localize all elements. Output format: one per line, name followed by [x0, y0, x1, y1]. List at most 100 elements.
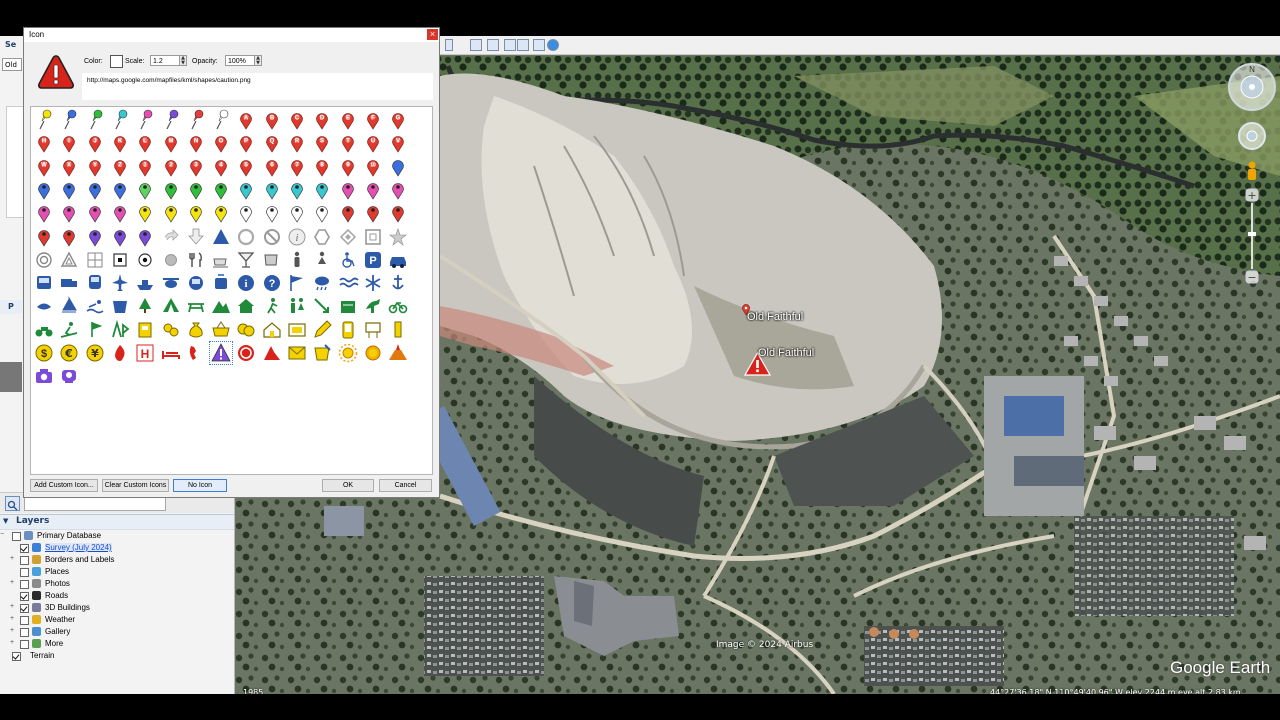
paddle-S-icon[interactable]: S [311, 132, 333, 154]
overlay-button[interactable] [517, 39, 529, 51]
square-dot-icon[interactable] [109, 249, 131, 271]
layer-row[interactable]: Places [0, 566, 234, 578]
euro-icon[interactable]: € [58, 342, 80, 364]
expand-toggle-icon[interactable]: + [10, 627, 14, 634]
grocery-icon[interactable] [160, 319, 182, 341]
pushpin-icon[interactable] [58, 109, 80, 131]
restroom-icon[interactable] [286, 295, 308, 317]
paddle-dot-icon[interactable] [134, 202, 156, 224]
layer-checkbox[interactable] [20, 544, 29, 553]
pushpin-icon[interactable] [185, 109, 207, 131]
paddle-dot-icon[interactable] [109, 226, 131, 248]
paddle-R-icon[interactable]: R [286, 132, 308, 154]
paddle-dot-icon[interactable] [235, 202, 257, 224]
paddle-A-icon[interactable]: A [235, 109, 257, 131]
hospital-icon[interactable]: H [134, 342, 156, 364]
paddle-I-icon[interactable]: I [58, 132, 80, 154]
placemark-button[interactable] [470, 39, 482, 51]
triangle-outline-icon[interactable] [58, 249, 80, 271]
polygon-button[interactable] [487, 39, 499, 51]
firedept-icon[interactable] [109, 342, 131, 364]
paddle-8-icon[interactable]: 8 [311, 156, 333, 178]
triangle-icon[interactable] [210, 226, 232, 248]
paddle-dot-icon[interactable] [33, 179, 55, 201]
mountain-icon[interactable] [210, 295, 232, 317]
sign-icon[interactable] [362, 319, 384, 341]
collapse-arrow-icon[interactable]: ▼ [3, 517, 8, 525]
circle-dot-icon[interactable] [134, 249, 156, 271]
paddle-5-icon[interactable]: 5 [235, 156, 257, 178]
paddle-H-icon[interactable]: H [33, 132, 55, 154]
paddle-dot-icon[interactable] [58, 202, 80, 224]
polygon-icon[interactable] [311, 226, 333, 248]
paddle-dot-icon[interactable] [286, 202, 308, 224]
shop-basket-icon[interactable] [210, 319, 232, 341]
paddle-dot-icon[interactable] [210, 179, 232, 201]
paddle-dot-icon[interactable] [261, 179, 283, 201]
paddle-7-icon[interactable]: 7 [286, 156, 308, 178]
down-arrow-icon[interactable] [185, 226, 207, 248]
sailing-icon[interactable] [58, 295, 80, 317]
paddle-1-icon[interactable]: 1 [134, 156, 156, 178]
paddle-dot-icon[interactable] [311, 179, 333, 201]
paddle-dot-icon[interactable] [185, 179, 207, 201]
train-icon[interactable] [84, 272, 106, 294]
paddle-dot-icon[interactable] [311, 202, 333, 224]
theater-icon[interactable] [235, 319, 257, 341]
camera-icon[interactable] [33, 365, 55, 387]
woman-icon[interactable] [311, 249, 333, 271]
webcam-icon[interactable] [58, 365, 80, 387]
paddle-3-icon[interactable]: 3 [185, 156, 207, 178]
paddle-O-icon[interactable]: O [210, 132, 232, 154]
golf-icon[interactable] [84, 319, 106, 341]
home-icon[interactable] [235, 295, 257, 317]
paddle-dot-icon[interactable] [84, 202, 106, 224]
layer-row[interactable]: − Primary Database [0, 530, 234, 542]
fishing-icon[interactable] [33, 295, 55, 317]
layer-row[interactable]: Roads [0, 590, 234, 602]
dollar-bag-icon[interactable] [185, 319, 207, 341]
layer-checkbox[interactable] [20, 556, 29, 565]
paddle-dot-icon[interactable] [185, 202, 207, 224]
paddle-F-icon[interactable]: F [362, 109, 384, 131]
paddle-P-icon[interactable]: P [235, 132, 257, 154]
square-icon[interactable] [362, 226, 384, 248]
car-icon[interactable] [387, 249, 409, 271]
layer-row[interactable]: + More [0, 638, 234, 650]
paddle-Q-icon[interactable]: Q [261, 132, 283, 154]
paddle-dot-icon[interactable] [134, 226, 156, 248]
layer-checkbox[interactable] [20, 604, 29, 613]
phone-icon[interactable] [337, 319, 359, 341]
play-icon[interactable] [109, 319, 131, 341]
ferry-icon[interactable] [134, 272, 156, 294]
paddle-10-icon[interactable]: 10 [362, 156, 384, 178]
tram-icon[interactable] [210, 272, 232, 294]
picnic-icon[interactable] [185, 295, 207, 317]
paddle-T-icon[interactable]: T [337, 132, 359, 154]
paddle-dot-icon[interactable] [33, 226, 55, 248]
emergency-phone-icon[interactable] [185, 342, 207, 364]
scale-input[interactable]: 1.2 [150, 55, 180, 66]
paddle-B-icon[interactable]: B [261, 109, 283, 131]
pushpin-icon[interactable] [84, 109, 106, 131]
paddle-N-icon[interactable]: N [185, 132, 207, 154]
convenience-icon[interactable] [134, 319, 156, 341]
subway-icon[interactable] [185, 272, 207, 294]
movies-icon[interactable] [286, 319, 308, 341]
paddle-6-icon[interactable]: 6 [261, 156, 283, 178]
paddle-dot-icon[interactable] [134, 179, 156, 201]
zoom-slider[interactable]: + − [1245, 188, 1259, 288]
paddle-dot-icon[interactable] [84, 179, 106, 201]
man-icon[interactable] [286, 249, 308, 271]
paddle-G-icon[interactable]: G [387, 109, 409, 131]
dialog-titlebar[interactable]: Icon × [24, 28, 439, 42]
add-custom-icon-button[interactable]: Add Custom Icon... [30, 479, 98, 492]
places-panel-toggle[interactable]: P [8, 302, 14, 311]
wheelchair-icon[interactable] [337, 249, 359, 271]
color-picker-button[interactable] [110, 55, 123, 68]
sunny-icon[interactable] [337, 342, 359, 364]
donut-icon[interactable] [235, 226, 257, 248]
paddle-dot-icon[interactable] [235, 179, 257, 201]
layer-row[interactable]: + Gallery [0, 626, 234, 638]
caution-icon[interactable] [209, 341, 234, 365]
